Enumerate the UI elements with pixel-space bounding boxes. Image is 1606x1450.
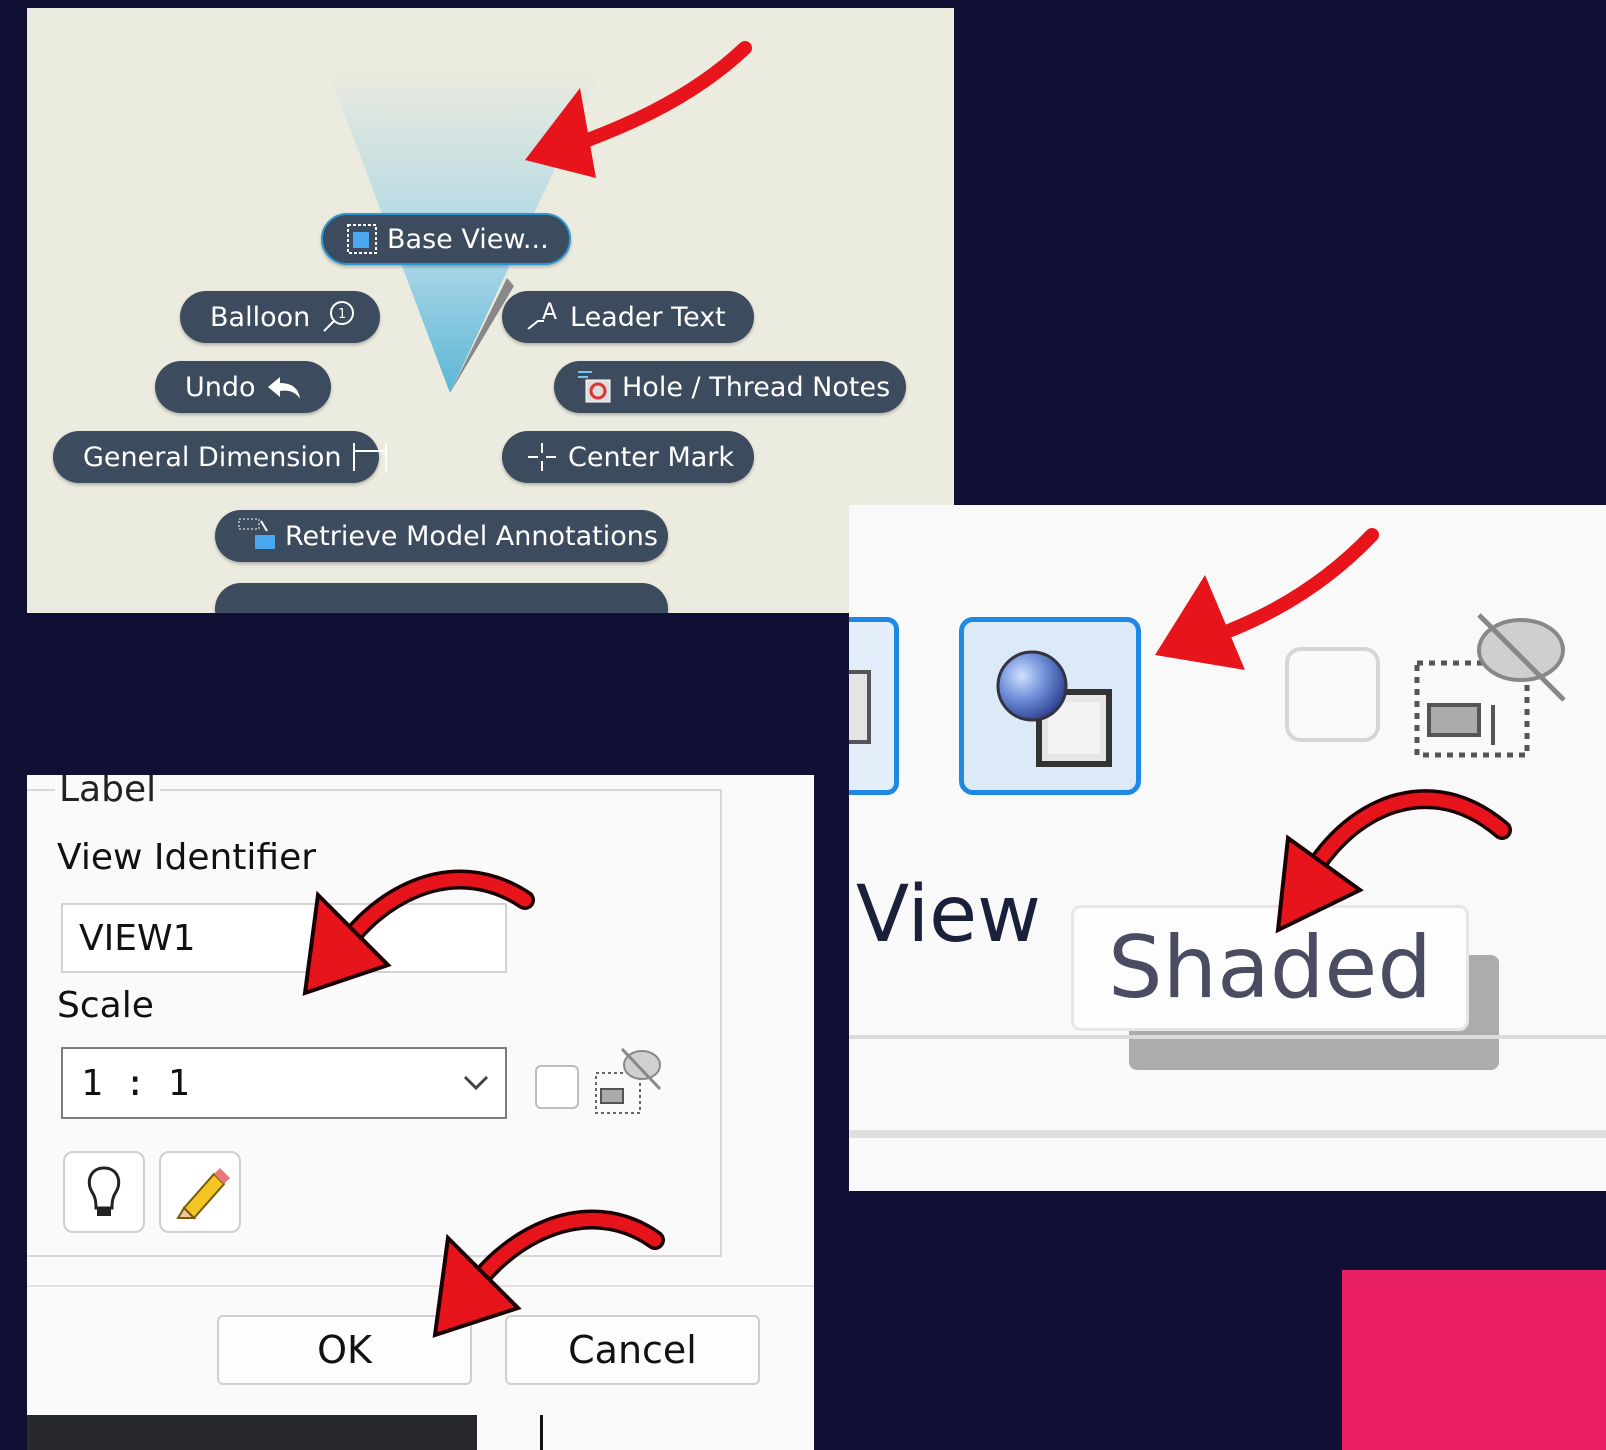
hidden-view-icon[interactable] bbox=[1409, 605, 1569, 765]
dialog-footer-divider bbox=[27, 1285, 814, 1287]
svg-text:1: 1 bbox=[338, 307, 346, 322]
status-bar-divider bbox=[540, 1415, 543, 1450]
menu-item-retrieve-model-annotations[interactable]: Retrieve Model Annotations bbox=[215, 510, 668, 562]
menu-item-partial[interactable] bbox=[215, 583, 668, 613]
lighting-button[interactable] bbox=[63, 1151, 145, 1233]
lightbulb-icon bbox=[87, 1166, 121, 1216]
chevron-down-icon bbox=[463, 1075, 489, 1091]
scale-checkbox[interactable] bbox=[535, 1065, 579, 1109]
menu-item-label: Center Mark bbox=[568, 441, 735, 473]
group-label: Label bbox=[55, 775, 161, 810]
svg-text:A: A bbox=[542, 300, 557, 325]
menu-item-label: Hole / Thread Notes bbox=[622, 371, 891, 403]
accent-block bbox=[1342, 1270, 1606, 1450]
menu-item-label: Base View... bbox=[387, 223, 549, 255]
shaded-button[interactable] bbox=[959, 617, 1141, 795]
hole-thread-notes-icon bbox=[576, 367, 614, 407]
edit-style-button[interactable] bbox=[159, 1151, 241, 1233]
ok-label: OK bbox=[317, 1328, 372, 1372]
shaded-tooltip: Shaded bbox=[1071, 905, 1469, 1031]
menu-item-center-mark[interactable]: Center Mark bbox=[502, 431, 754, 483]
undo-icon bbox=[264, 367, 304, 407]
cancel-label: Cancel bbox=[568, 1328, 697, 1372]
center-mark-icon bbox=[524, 437, 560, 477]
ok-button[interactable]: OK bbox=[217, 1315, 472, 1385]
menu-item-label: Retrieve Model Annotations bbox=[285, 520, 658, 552]
tooltip-text: Shaded bbox=[1108, 918, 1432, 1018]
view-identifier-field[interactable]: VIEW1 bbox=[61, 903, 507, 973]
hidden-line-button[interactable] bbox=[849, 617, 899, 795]
menu-item-balloon[interactable]: Balloon 1 bbox=[180, 291, 380, 343]
scale-value: 1 : 1 bbox=[81, 1062, 190, 1104]
cancel-button[interactable]: Cancel bbox=[505, 1315, 760, 1385]
pencil-icon bbox=[176, 1168, 230, 1220]
view-toolbar-panel: r View Shaded bbox=[849, 505, 1606, 1191]
general-dimension-icon bbox=[350, 437, 390, 477]
drawing-view-dialog: Label View Identifier VIEW1 Scale 1 : 1 bbox=[27, 775, 814, 1450]
retrieve-model-annotations-icon bbox=[237, 516, 277, 556]
menu-item-label: Undo bbox=[185, 371, 256, 403]
marking-menu-panel: Base View... Balloon 1 A Leader Text Und… bbox=[27, 8, 954, 613]
hidden-view-icon[interactable] bbox=[592, 1045, 662, 1117]
base-view-icon bbox=[345, 219, 379, 259]
menu-item-label: General Dimension bbox=[83, 441, 342, 473]
scale-label: Scale bbox=[57, 985, 154, 1026]
view-identifier-label: View Identifier bbox=[57, 837, 317, 878]
scale-select[interactable]: 1 : 1 bbox=[61, 1047, 507, 1119]
menu-item-general-dimension[interactable]: General Dimension bbox=[53, 431, 387, 483]
status-bar bbox=[27, 1415, 477, 1450]
menu-item-label: Balloon bbox=[210, 301, 311, 333]
partial-view-label: r View bbox=[849, 870, 1041, 960]
balloon-icon: 1 bbox=[318, 297, 358, 337]
menu-item-leader-text[interactable]: A Leader Text bbox=[502, 291, 754, 343]
view-identifier-value: VIEW1 bbox=[79, 917, 196, 959]
divider-line bbox=[849, 1035, 1606, 1039]
divider-line bbox=[849, 1130, 1606, 1138]
menu-item-base-view[interactable]: Base View... bbox=[321, 213, 571, 265]
menu-item-label: Leader Text bbox=[570, 301, 726, 333]
menu-item-hole-thread-notes[interactable]: Hole / Thread Notes bbox=[554, 361, 906, 413]
shaded-icon bbox=[996, 650, 1112, 767]
leader-text-icon: A bbox=[524, 297, 562, 337]
toolbar-checkbox[interactable] bbox=[1285, 647, 1380, 742]
menu-item-undo[interactable]: Undo bbox=[155, 361, 331, 413]
